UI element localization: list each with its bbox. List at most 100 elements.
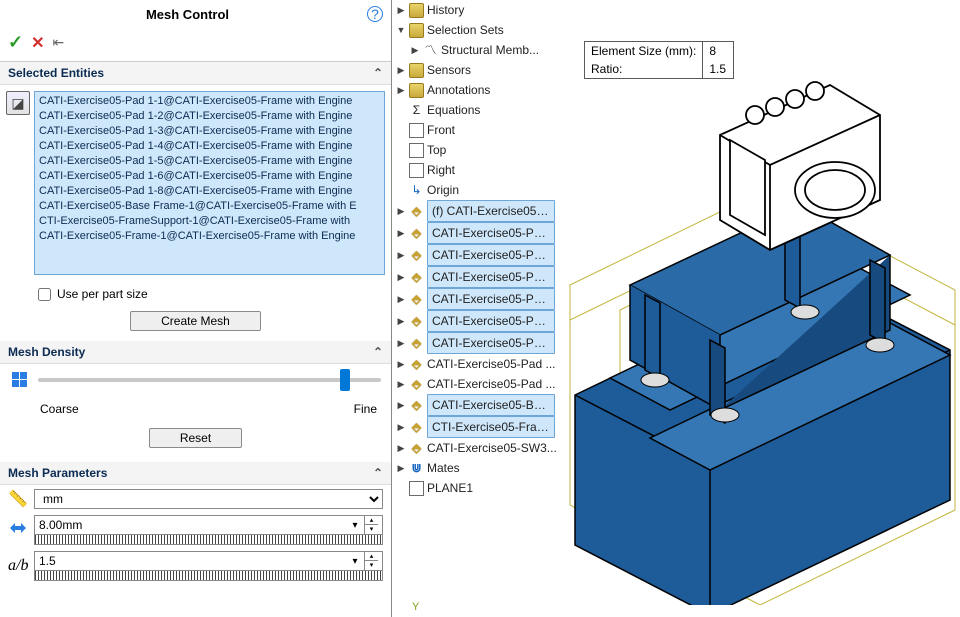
- mesh-density-header[interactable]: Mesh Density ⌃: [0, 341, 391, 364]
- tree-item-origin[interactable]: Origin: [427, 180, 459, 200]
- mesh-parameters-header[interactable]: Mesh Parameters ⌃: [0, 462, 391, 485]
- selected-entity-item[interactable]: CATI-Exercise05-Base Frame-1@CATI-Exerci…: [39, 199, 380, 214]
- expand-icon[interactable]: ▶: [396, 223, 406, 243]
- tree-item-front[interactable]: Front: [427, 120, 455, 140]
- selected-entities-title: Selected Entities: [8, 66, 104, 80]
- tree-item-equations[interactable]: Equations: [427, 100, 480, 120]
- create-mesh-button[interactable]: Create Mesh: [130, 311, 261, 331]
- origin-icon: ↳: [409, 183, 424, 198]
- expand-icon[interactable]: ▶: [396, 438, 406, 458]
- tree-item-component[interactable]: CATI-Exercise05-Pad ...: [427, 310, 555, 332]
- chevron-down-icon[interactable]: ▾: [346, 556, 364, 567]
- use-per-part-checkbox[interactable]: [38, 288, 51, 301]
- component-icon: ⬘: [409, 292, 424, 307]
- selected-entity-item[interactable]: CATI-Exercise05-Pad 1-2@CATI-Exercise05-…: [39, 109, 380, 124]
- expand-icon[interactable]: ▶: [396, 374, 406, 394]
- selected-entities-header[interactable]: Selected Entities ⌃: [0, 62, 391, 85]
- tree-item-component[interactable]: CATI-Exercise05-Pad ...: [427, 266, 555, 288]
- expand-icon[interactable]: ▶: [396, 245, 406, 265]
- component-icon: ⬘: [409, 248, 424, 263]
- component-icon: ⬘: [409, 270, 424, 285]
- expand-icon[interactable]: ▶: [396, 289, 406, 309]
- selected-entities-body: ◪ CATI-Exercise05-Pad 1-1@CATI-Exercise0…: [0, 85, 391, 281]
- expand-icon[interactable]: ▶: [396, 267, 406, 287]
- expand-icon[interactable]: ▶: [396, 0, 406, 20]
- density-icon: [10, 370, 30, 390]
- chevron-down-icon[interactable]: ▾: [346, 520, 364, 531]
- expand-icon[interactable]: ▶: [396, 395, 406, 415]
- tree-item-component[interactable]: CATI-Exercise05-SW3...: [427, 438, 557, 458]
- coarse-label: Coarse: [40, 402, 79, 416]
- selected-entity-item[interactable]: CATI-Exercise05-Pad 1-1@CATI-Exercise05-…: [39, 94, 380, 109]
- tree-item-component[interactable]: CTI-Exercise05-Frame...: [427, 416, 555, 438]
- element-size-value: 8: [703, 42, 733, 60]
- element-size-ruler[interactable]: [34, 535, 383, 545]
- tree-item-top[interactable]: Top: [427, 140, 446, 160]
- tree-item-component[interactable]: CATI-Exercise05-Pad ...: [427, 374, 555, 394]
- selected-entity-item[interactable]: CATI-Exercise05-Frame-1@CATI-Exercise05-…: [39, 229, 380, 244]
- ratio-input[interactable]: 1.5 ▾ ▴▾: [34, 551, 383, 571]
- component-icon: ⬘: [409, 314, 424, 329]
- folder-icon: [409, 83, 424, 98]
- expand-icon[interactable]: ▶: [396, 60, 406, 80]
- tree-item-plane1[interactable]: PLANE1: [427, 478, 473, 498]
- tree-item-selection-sets[interactable]: Selection Sets: [427, 20, 504, 40]
- expand-icon[interactable]: ▶: [410, 40, 420, 60]
- selected-entity-item[interactable]: CATI-Exercise05-Pad 1-5@CATI-Exercise05-…: [39, 154, 380, 169]
- selected-entity-item[interactable]: CATI-Exercise05-Pad 1-6@CATI-Exercise05-…: [39, 169, 380, 184]
- expand-icon[interactable]: ▶: [396, 354, 406, 374]
- density-slider[interactable]: [38, 378, 381, 382]
- element-size-spinner[interactable]: ▴▾: [364, 516, 378, 534]
- mesh-density-body: Coarse Fine Reset: [0, 364, 391, 462]
- plane-icon: [409, 481, 424, 496]
- component-icon: ⬘: [409, 357, 424, 372]
- tree-item-history[interactable]: History: [427, 0, 464, 20]
- expand-icon[interactable]: ▶: [396, 458, 406, 478]
- tree-item-component[interactable]: CATI-Exercise05-Pad ...: [427, 244, 555, 266]
- use-per-part-row: Use per part size: [0, 281, 391, 303]
- mesh-parameters-body: 📏 mm 8.00mm ▾ ▴▾ a/b 1.5: [0, 485, 391, 591]
- tree-item-component[interactable]: (f) CATI-Exercise05-Fr...: [427, 200, 555, 222]
- selected-entity-item[interactable]: CATI-Exercise05-Pad 1-3@CATI-Exercise05-…: [39, 124, 380, 139]
- help-icon[interactable]: ?: [367, 6, 383, 22]
- feature-tree[interactable]: ▶History ▼Selection Sets ▶〽Structural Me…: [396, 0, 586, 498]
- ratio-spinner[interactable]: ▴▾: [364, 552, 378, 570]
- selected-entity-item[interactable]: CTI-Exercise05-FrameSupport-1@CATI-Exerc…: [39, 214, 380, 229]
- ruler-icon: 📏: [8, 489, 28, 509]
- element-size-input[interactable]: 8.00mm ▾ ▴▾: [34, 515, 383, 535]
- tree-item-structural[interactable]: Structural Memb...: [441, 40, 539, 60]
- mesh-control-panel: Mesh Control ? ✓ ✕ ⇤ Selected Entities ⌃…: [0, 0, 392, 617]
- tree-item-component[interactable]: CATI-Exercise05-Pad ...: [427, 354, 555, 374]
- model-canvas[interactable]: [560, 60, 960, 605]
- ratio-ruler[interactable]: [34, 571, 383, 581]
- expand-icon[interactable]: ▶: [396, 80, 406, 100]
- chevron-up-icon: ⌃: [373, 345, 383, 359]
- tree-item-sensors[interactable]: Sensors: [427, 60, 471, 80]
- component-selector-icon[interactable]: ◪: [6, 91, 30, 115]
- pin-icon[interactable]: ⇤: [53, 34, 65, 51]
- expand-icon[interactable]: ▶: [396, 417, 406, 437]
- chevron-up-icon: ⌃: [373, 66, 383, 80]
- tree-item-component[interactable]: CATI-Exercise05-Pad ...: [427, 288, 555, 310]
- graphics-viewport[interactable]: ▶History ▼Selection Sets ▶〽Structural Me…: [392, 0, 960, 617]
- tree-item-component[interactable]: CATI-Exercise05-Pad ...: [427, 332, 555, 354]
- units-select[interactable]: mm: [34, 489, 383, 509]
- expand-icon[interactable]: ▶: [396, 201, 406, 221]
- tree-item-component[interactable]: CATI-Exercise05-Base...: [427, 394, 555, 416]
- tree-item-annotations[interactable]: Annotations: [427, 80, 490, 100]
- expand-icon[interactable]: ▶: [396, 333, 406, 353]
- plane-icon: [409, 143, 424, 158]
- selected-entities-list[interactable]: CATI-Exercise05-Pad 1-1@CATI-Exercise05-…: [34, 91, 385, 275]
- tree-item-right[interactable]: Right: [427, 160, 455, 180]
- expand-icon[interactable]: ▶: [396, 311, 406, 331]
- reset-button[interactable]: Reset: [149, 428, 242, 448]
- selected-entity-item[interactable]: CATI-Exercise05-Pad 1-8@CATI-Exercise05-…: [39, 184, 380, 199]
- tree-item-mates[interactable]: Mates: [427, 458, 460, 478]
- selected-entity-item[interactable]: CATI-Exercise05-Pad 1-4@CATI-Exercise05-…: [39, 139, 380, 154]
- tree-item-component[interactable]: CATI-Exercise05-Pad ...: [427, 222, 555, 244]
- collapse-icon[interactable]: ▼: [396, 20, 406, 40]
- density-slider-thumb[interactable]: [340, 369, 350, 391]
- cancel-button[interactable]: ✕: [31, 33, 44, 53]
- plane-icon: [409, 123, 424, 138]
- ok-button[interactable]: ✓: [8, 32, 23, 53]
